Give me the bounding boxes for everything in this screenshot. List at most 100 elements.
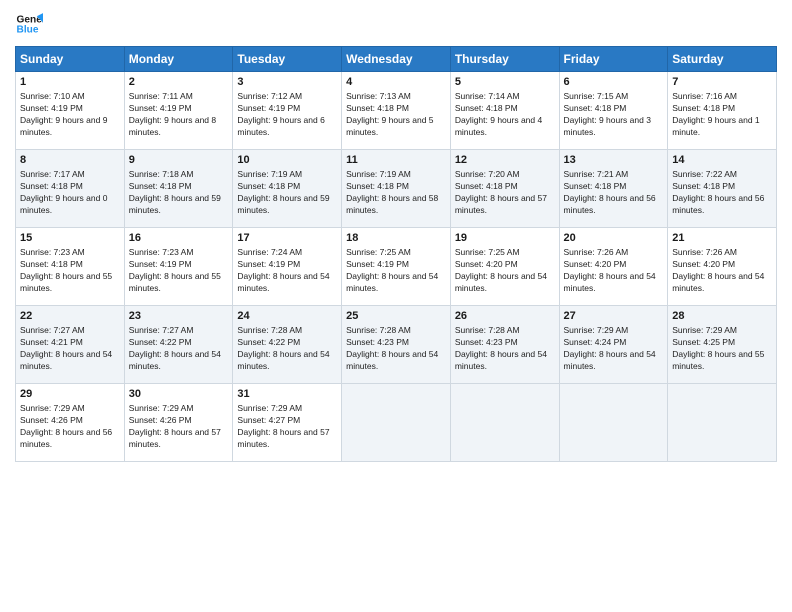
week-row-1: 1Sunrise: 7:10 AMSunset: 4:19 PMDaylight… xyxy=(16,72,777,150)
daylight-text: Daylight: 8 hours and 57 minutes. xyxy=(129,427,221,449)
sunset-text: Sunset: 4:20 PM xyxy=(672,259,735,269)
day-number: 29 xyxy=(20,387,120,402)
day-number: 7 xyxy=(672,75,772,90)
day-number: 25 xyxy=(346,309,446,324)
daylight-text: Daylight: 8 hours and 57 minutes. xyxy=(237,427,329,449)
daylight-text: Daylight: 8 hours and 54 minutes. xyxy=(237,349,329,371)
day-number: 6 xyxy=(564,75,664,90)
day-number: 28 xyxy=(672,309,772,324)
sunrise-text: Sunrise: 7:10 AM xyxy=(20,91,85,101)
calendar-cell: 17Sunrise: 7:24 AMSunset: 4:19 PMDayligh… xyxy=(233,228,342,306)
sunrise-text: Sunrise: 7:28 AM xyxy=(237,325,302,335)
day-number: 31 xyxy=(237,387,337,402)
calendar-cell: 22Sunrise: 7:27 AMSunset: 4:21 PMDayligh… xyxy=(16,306,125,384)
day-number: 3 xyxy=(237,75,337,90)
daylight-text: Daylight: 9 hours and 3 minutes. xyxy=(564,115,651,137)
calendar-cell: 2Sunrise: 7:11 AM Sunset: 4:19 PM Daylight… xyxy=(124,72,233,150)
sunset-text: Sunset: 4:22 PM xyxy=(129,337,192,347)
sunrise-text: Sunrise: 7:22 AM xyxy=(672,169,737,179)
daylight-text: Daylight: 8 hours and 54 minutes. xyxy=(346,271,438,293)
calendar-cell: 8Sunrise: 7:17 AMSunset: 4:18 PMDaylight… xyxy=(16,150,125,228)
calendar-cell: 27Sunrise: 7:29 AMSunset: 4:24 PMDayligh… xyxy=(559,306,668,384)
sunset-text: Sunset: 4:18 PM xyxy=(672,181,735,191)
daylight-text: Daylight: 9 hours and 4 minutes. xyxy=(455,115,542,137)
daylight-text: Daylight: 9 hours and 6 minutes. xyxy=(237,115,324,137)
calendar-cell xyxy=(668,384,777,462)
calendar-header: SundayMondayTuesdayWednesdayThursdayFrid… xyxy=(16,47,777,72)
calendar-cell: 30Sunrise: 7:29 AMSunset: 4:26 PMDayligh… xyxy=(124,384,233,462)
daylight-text: Daylight: 8 hours and 54 minutes. xyxy=(237,271,329,293)
week-row-4: 22Sunrise: 7:27 AMSunset: 4:21 PMDayligh… xyxy=(16,306,777,384)
sunrise-text: Sunrise: 7:20 AM xyxy=(455,169,520,179)
sunset-text: Sunset: 4:18 PM xyxy=(129,181,192,191)
sunset-text: Sunset: 4:25 PM xyxy=(672,337,735,347)
sunset-text: Sunset: 4:18 PM xyxy=(564,181,627,191)
daylight-text: Daylight: 8 hours and 56 minutes. xyxy=(20,427,112,449)
sunrise-text: Sunrise: 7:28 AM xyxy=(346,325,411,335)
day-number: 22 xyxy=(20,309,120,324)
sunrise-text: Sunrise: 7:12 AM xyxy=(237,91,302,101)
calendar-cell: 20Sunrise: 7:26 AMSunset: 4:20 PMDayligh… xyxy=(559,228,668,306)
week-row-5: 29 Sunrise: 7:29 AM Sunset: 4:26 PM Dayligh… xyxy=(16,384,777,462)
sunrise-text: Sunrise: 7:23 AM xyxy=(129,247,194,257)
daylight-text: Daylight: 8 hours and 59 minutes. xyxy=(237,193,329,215)
sunset-text: Sunset: 4:26 PM xyxy=(20,415,83,425)
calendar-cell: 13Sunrise: 7:21 AMSunset: 4:18 PMDayligh… xyxy=(559,150,668,228)
sunset-text: Sunset: 4:18 PM xyxy=(346,181,409,191)
sunrise-text: Sunrise: 7:15 AM xyxy=(564,91,629,101)
day-number: 20 xyxy=(564,231,664,246)
daylight-text: Daylight: 9 hours and 1 minute. xyxy=(672,115,759,137)
header-day-wednesday: Wednesday xyxy=(342,47,451,72)
calendar-table: SundayMondayTuesdayWednesdayThursdayFrid… xyxy=(15,46,777,462)
calendar-cell: 4Sunrise: 7:13 AMSunset: 4:18 PMDaylight… xyxy=(342,72,451,150)
day-number: 18 xyxy=(346,231,446,246)
sunrise-text: Sunrise: 7:19 AM xyxy=(346,169,411,179)
sunset-text: Sunset: 4:19 PM xyxy=(237,103,300,113)
sunset-text: Sunset: 4:19 PM xyxy=(20,103,83,113)
daylight-text: Daylight: 8 hours and 54 minutes. xyxy=(455,349,547,371)
sunrise-text: Sunrise: 7:25 AM xyxy=(346,247,411,257)
sunset-text: Sunset: 4:19 PM xyxy=(346,259,409,269)
logo-icon: General Blue xyxy=(15,10,43,38)
day-number: 2 xyxy=(129,75,229,90)
daylight-text: Daylight: 9 hours and 8 minutes. xyxy=(129,115,216,137)
day-number: 21 xyxy=(672,231,772,246)
calendar-cell: 1Sunrise: 7:10 AMSunset: 4:19 PMDaylight… xyxy=(16,72,125,150)
week-row-3: 15Sunrise: 7:23 AMSunset: 4:18 PMDayligh… xyxy=(16,228,777,306)
sunrise-text: Sunrise: 7:13 AM xyxy=(346,91,411,101)
daylight-text: Daylight: 8 hours and 54 minutes. xyxy=(20,349,112,371)
day-number: 19 xyxy=(455,231,555,246)
sunset-text: Sunset: 4:23 PM xyxy=(346,337,409,347)
sunrise-text: Sunrise: 7:11 AM xyxy=(129,91,193,101)
sunrise-text: Sunrise: 7:14 AM xyxy=(455,91,520,101)
sunset-text: Sunset: 4:21 PM xyxy=(20,337,83,347)
calendar-cell: 18Sunrise: 7:25 AM Sunset: 4:19 PM Dayligh… xyxy=(342,228,451,306)
calendar-cell: 25Sunrise: 7:28 AMSunset: 4:23 PMDayligh… xyxy=(342,306,451,384)
calendar-cell: 23Sunrise: 7:27 AMSunset: 4:22 PMDayligh… xyxy=(124,306,233,384)
sunrise-text: Sunrise: 7:29 AM xyxy=(672,325,737,335)
daylight-text: Daylight: 8 hours and 55 minutes. xyxy=(129,271,221,293)
sunset-text: Sunset: 4:18 PM xyxy=(237,181,300,191)
day-number: 14 xyxy=(672,153,772,168)
calendar-cell xyxy=(450,384,559,462)
day-number: 4 xyxy=(346,75,446,90)
day-number: 16 xyxy=(129,231,229,246)
daylight-text: Daylight: 8 hours and 55 minutes. xyxy=(672,349,764,371)
calendar-cell: 10Sunrise: 7:19 AM Sunset: 4:18 PM Dayligh… xyxy=(233,150,342,228)
day-number: 12 xyxy=(455,153,555,168)
day-number: 11 xyxy=(346,153,446,168)
calendar-cell: 11Sunrise: 7:19 AM Sunset: 4:18 PM Dayligh… xyxy=(342,150,451,228)
calendar-cell: 16Sunrise: 7:23 AM Sunset: 4:19 PM Dayligh… xyxy=(124,228,233,306)
sunset-text: Sunset: 4:19 PM xyxy=(129,103,192,113)
daylight-text: Daylight: 8 hours and 58 minutes. xyxy=(346,193,438,215)
sunrise-text: Sunrise: 7:19 AM xyxy=(237,169,302,179)
page-container: General Blue SundayMondayTuesdayWednesda… xyxy=(0,0,792,612)
calendar-cell xyxy=(342,384,451,462)
day-number: 10 xyxy=(237,153,337,168)
sunrise-text: Sunrise: 7:16 AM xyxy=(672,91,737,101)
sunset-text: Sunset: 4:23 PM xyxy=(455,337,518,347)
sunrise-text: Sunrise: 7:17 AM xyxy=(20,169,85,179)
day-number: 17 xyxy=(237,231,337,246)
sunset-text: Sunset: 4:19 PM xyxy=(129,259,192,269)
sunrise-text: Sunrise: 7:29 AM xyxy=(237,403,302,413)
